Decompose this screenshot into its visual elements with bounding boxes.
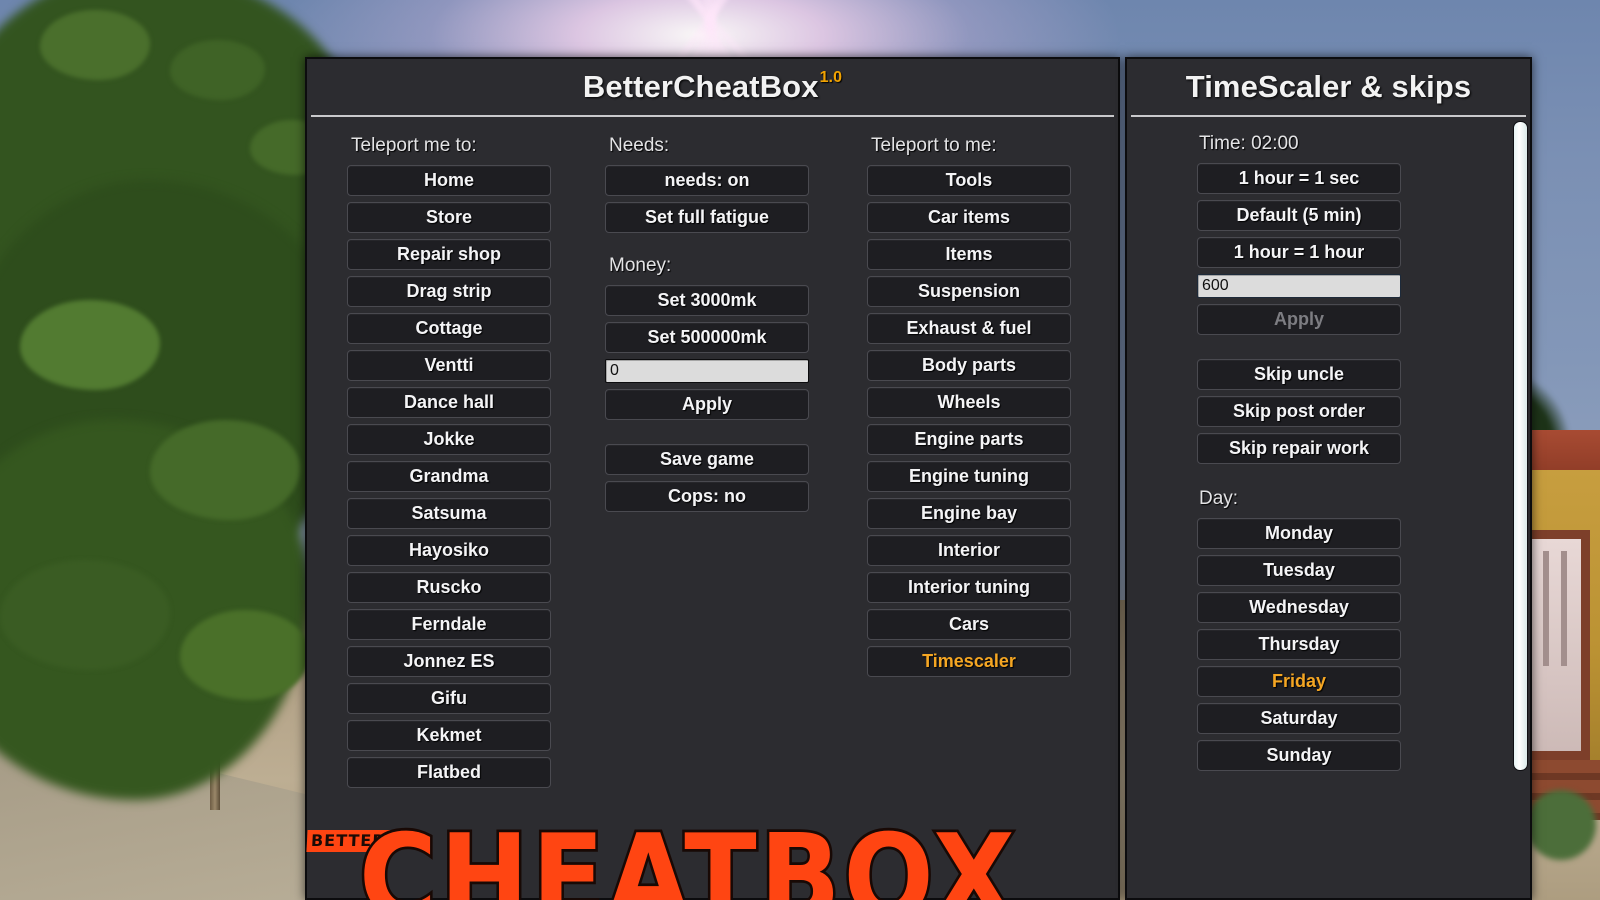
version-badge: 1.0 <box>819 69 843 86</box>
skip-post-order-button[interactable]: Skip post order <box>1197 396 1401 427</box>
timescaler-scrollbar-track[interactable] <box>1512 117 1528 897</box>
teleport-hayosiko-button[interactable]: Hayosiko <box>347 535 551 566</box>
day-wednesday-button[interactable]: Wednesday <box>1197 592 1401 623</box>
main-window-title-bar: BetterCheatBox 1.0 <box>307 59 1118 115</box>
open-timescaler-button[interactable]: Timescaler <box>867 646 1071 677</box>
teleport-ventti-button[interactable]: Ventti <box>347 350 551 381</box>
bush <box>1526 790 1596 860</box>
timescaler-title-bar: TimeScaler & skips <box>1127 59 1530 115</box>
leaf-clump <box>180 610 310 700</box>
spawn-exhaust-fuel-button[interactable]: Exhaust & fuel <box>867 313 1071 344</box>
column-teleport-me-to: Teleport me to: Home Store Repair shop D… <box>307 117 605 794</box>
skip-uncle-button[interactable]: Skip uncle <box>1197 359 1401 390</box>
teleport-home-button[interactable]: Home <box>347 165 551 196</box>
teleport-satsuma-button[interactable]: Satsuma <box>347 498 551 529</box>
misc-button-list: Save game Cops: no <box>605 444 809 512</box>
main-window: BetterCheatBox 1.0 Teleport me to: Home S… <box>305 57 1120 900</box>
teleport-ferndale-button[interactable]: Ferndale <box>347 609 551 640</box>
spawn-interior-tuning-button[interactable]: Interior tuning <box>867 572 1071 603</box>
main-window-title: BetterCheatBox <box>582 69 819 104</box>
spawn-cars-button[interactable]: Cars <box>867 609 1071 640</box>
needs-toggle-button[interactable]: needs: on <box>605 165 809 196</box>
leaf-clump <box>170 40 265 100</box>
set-500000mk-button[interactable]: Set 500000mk <box>605 322 809 353</box>
spawn-engine-tuning-button[interactable]: Engine tuning <box>867 461 1071 492</box>
teleport-kekmet-button[interactable]: Kekmet <box>347 720 551 751</box>
leaf-clump <box>40 10 150 80</box>
money-controls: Set 3000mk Set 500000mk 0 Apply <box>605 285 809 420</box>
timescaler-scrollbar-thumb[interactable] <box>1513 121 1528 771</box>
teleport-cottage-button[interactable]: Cottage <box>347 313 551 344</box>
column-teleport-to-me: Teleport to me: Tools Car items Items Su… <box>867 117 1117 794</box>
set-3000mk-button[interactable]: Set 3000mk <box>605 285 809 316</box>
time-scale-apply-button[interactable]: Apply <box>1197 304 1401 335</box>
cheatbox-logo: BETTER CHEATBOX <box>306 806 1107 900</box>
teleport-me-to-button-list: Home Store Repair shop Drag strip Cottag… <box>347 165 551 788</box>
day-saturday-button[interactable]: Saturday <box>1197 703 1401 734</box>
teleport-dance-hall-button[interactable]: Dance hall <box>347 387 551 418</box>
teleport-me-to-heading: Teleport me to: <box>351 135 477 156</box>
teleport-store-button[interactable]: Store <box>347 202 551 233</box>
teleport-to-me-button-list: Tools Car items Items Suspension Exhaust… <box>867 165 1071 677</box>
day-button-list: Monday Tuesday Wednesday Thursday Friday… <box>1197 518 1401 771</box>
timescaler-body: Time: 02:00 1 hour = 1 sec Default (5 mi… <box>1127 117 1530 771</box>
teleport-flatbed-button[interactable]: Flatbed <box>347 757 551 788</box>
leaf-clump <box>0 560 170 670</box>
main-window-body: Teleport me to: Home Store Repair shop D… <box>306 117 1118 900</box>
skip-button-list: Skip uncle Skip post order Skip repair w… <box>1197 359 1401 464</box>
day-sunday-button[interactable]: Sunday <box>1197 740 1401 771</box>
day-thursday-button[interactable]: Thursday <box>1197 629 1401 660</box>
timescaler-window: TimeScaler & skips Time: 02:00 1 hour = … <box>1125 57 1532 900</box>
save-game-button[interactable]: Save game <box>605 444 809 475</box>
logo-cheatbox-text: CHEATBOX <box>356 806 1018 900</box>
columns-container: Teleport me to: Home Store Repair shop D… <box>307 117 1118 794</box>
spawn-engine-bay-button[interactable]: Engine bay <box>867 498 1071 529</box>
column-needs-money: Needs: needs: on Set full fatigue Money:… <box>605 117 867 794</box>
spawn-items-button[interactable]: Items <box>867 239 1071 270</box>
teleport-grandma-button[interactable]: Grandma <box>347 461 551 492</box>
teleport-jokke-button[interactable]: Jokke <box>347 424 551 455</box>
day-heading: Day: <box>1199 488 1239 509</box>
cops-toggle-button[interactable]: Cops: no <box>605 481 809 512</box>
money-apply-button[interactable]: Apply <box>605 389 809 420</box>
set-full-fatigue-button[interactable]: Set full fatigue <box>605 202 809 233</box>
spawn-body-parts-button[interactable]: Body parts <box>867 350 1071 381</box>
spawn-engine-parts-button[interactable]: Engine parts <box>867 424 1071 455</box>
scale-1hour-1sec-button[interactable]: 1 hour = 1 sec <box>1197 163 1401 194</box>
needs-heading: Needs: <box>609 135 670 156</box>
leaf-clump <box>150 420 300 520</box>
current-time-label: Time: 02:00 <box>1199 133 1299 154</box>
spawn-tools-button[interactable]: Tools <box>867 165 1071 196</box>
money-amount-input[interactable]: 0 <box>605 359 809 383</box>
spawn-suspension-button[interactable]: Suspension <box>867 276 1071 307</box>
day-tuesday-button[interactable]: Tuesday <box>1197 555 1401 586</box>
skip-repair-work-button[interactable]: Skip repair work <box>1197 433 1401 464</box>
needs-button-list: needs: on Set full fatigue <box>605 165 809 233</box>
scale-default-button[interactable]: Default (5 min) <box>1197 200 1401 231</box>
teleport-to-me-heading: Teleport to me: <box>871 135 997 156</box>
teleport-gifu-button[interactable]: Gifu <box>347 683 551 714</box>
time-scale-input[interactable]: 600 <box>1197 274 1401 298</box>
leaf-clump <box>20 300 160 390</box>
teleport-jonnez-es-button[interactable]: Jonnez ES <box>347 646 551 677</box>
spawn-interior-button[interactable]: Interior <box>867 535 1071 566</box>
spawn-wheels-button[interactable]: Wheels <box>867 387 1071 418</box>
spawn-car-items-button[interactable]: Car items <box>867 202 1071 233</box>
time-scale-controls: 1 hour = 1 sec Default (5 min) 1 hour = … <box>1197 163 1401 335</box>
day-monday-button[interactable]: Monday <box>1197 518 1401 549</box>
day-friday-button[interactable]: Friday <box>1197 666 1401 697</box>
teleport-drag-strip-button[interactable]: Drag strip <box>347 276 551 307</box>
teleport-repair-shop-button[interactable]: Repair shop <box>347 239 551 270</box>
screen: BetterCheatBox 1.0 Teleport me to: Home S… <box>0 0 1600 900</box>
teleport-ruscko-button[interactable]: Ruscko <box>347 572 551 603</box>
scale-1hour-1hour-button[interactable]: 1 hour = 1 hour <box>1197 237 1401 268</box>
money-heading: Money: <box>609 255 672 276</box>
timescaler-title: TimeScaler & skips <box>1185 69 1472 104</box>
logo-better-badge: BETTER <box>306 830 391 852</box>
